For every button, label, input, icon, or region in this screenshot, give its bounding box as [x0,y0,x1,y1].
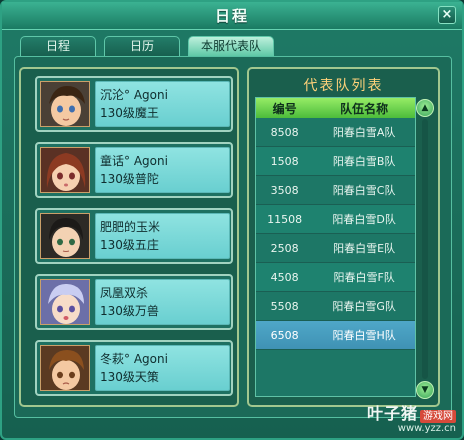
team-id: 2508 [270,241,299,255]
member-card[interactable]: 肥肥的玉米 130级五庄 [35,208,233,264]
team-id: 6508 [270,328,299,342]
member-list: 沉沦° Agoni 130级魔王 童话° Agoni 130级普陀 肥肥的玉米 … [19,67,239,407]
team-id: 4508 [270,270,299,284]
team-name: 阳春白雪B队 [332,155,396,168]
team-id: 3508 [270,183,299,197]
table-row[interactable]: 11508 阳春白雪D队 [256,205,415,234]
tab-server-team[interactable]: 本服代表队 [188,36,275,56]
member-name: 童话° Agoni [100,154,168,168]
table-row[interactable]: 2508 阳春白雪E队 [256,234,415,263]
member-avatar [40,147,90,193]
member-avatar [40,213,90,259]
team-name: 阳春白雪E队 [333,242,396,255]
member-card[interactable]: 沉沦° Agoni 130级魔王 [35,76,233,132]
member-card[interactable]: 凤凰双杀 130级万兽 [35,274,233,330]
member-level-school: 130级天策 [100,370,159,384]
team-id: 5508 [270,299,299,313]
scroll-down-button[interactable]: ▼ [416,381,434,399]
team-id: 1508 [270,154,299,168]
table-header: 编号 队伍名称 [256,98,415,118]
table-row[interactable]: 1508 阳春白雪B队 [256,147,415,176]
member-level-school: 130级普陀 [100,172,159,186]
member-info: 沉沦° Agoni 130级魔王 [95,81,230,127]
tab-bar: 日程 日历 本服代表队 [20,36,275,56]
member-card[interactable]: 童话° Agoni 130级普陀 [35,142,233,198]
table-row[interactable]: 5508 阳春白雪G队 [256,292,415,321]
member-name: 沉沦° Agoni [100,88,168,102]
member-info: 肥肥的玉米 130级五庄 [95,213,230,259]
member-avatar [40,279,90,325]
team-name: 阳春白雪H队 [332,329,396,342]
team-list-title: 代表队列表 [303,78,384,94]
member-name: 冬萩° Agoni [100,352,168,366]
member-name: 凤凰双杀 [100,286,149,300]
watermark-tag: 游戏网 [420,410,456,423]
team-id: 8508 [270,125,299,139]
close-button[interactable]: × [438,6,456,24]
member-info: 凤凰双杀 130级万兽 [95,279,230,325]
table-row[interactable]: 8508 阳春白雪A队 [256,118,415,147]
tab-calendar[interactable]: 日历 [104,36,180,56]
table-row[interactable]: 4508 阳春白雪F队 [256,263,415,292]
table-row-selected[interactable]: 6508 阳春白雪H队 [256,321,415,350]
member-name: 肥肥的玉米 [100,220,161,234]
watermark-url: www.yzz.cn [397,423,456,434]
table-row[interactable]: 3508 阳春白雪C队 [256,176,415,205]
member-avatar [40,81,90,127]
member-info: 冬萩° Agoni 130级天策 [95,345,230,391]
member-level-school: 130级万兽 [100,304,159,318]
team-table: 编号 队伍名称 8508 阳春白雪A队 1508 阳春白雪B队 3508 阳春白… [255,97,416,397]
member-info: 童话° Agoni 130级普陀 [95,147,230,193]
team-name: 阳春白雪D队 [332,213,396,226]
team-name: 阳春白雪C队 [332,184,396,197]
column-header-name[interactable]: 队伍名称 [313,100,415,117]
tab-schedule[interactable]: 日程 [20,36,96,56]
team-name: 阳春白雪F队 [333,271,395,284]
team-name: 阳春白雪G队 [332,300,396,313]
watermark-brand: 叶子猪 [366,404,418,423]
column-header-id[interactable]: 编号 [256,100,313,117]
member-avatar [40,345,90,391]
scroll-up-button[interactable]: ▲ [416,99,434,117]
site-watermark: 叶子猪 游戏网 www.yzz.cn [367,406,456,434]
team-name: 阳春白雪A队 [332,126,396,139]
team-id: 11508 [267,212,303,226]
window-title: 日程 [214,7,249,25]
team-list-panel: 代表队列表 编号 队伍名称 8508 阳春白雪A队 1508 阳春白雪B队 35… [247,67,440,407]
title-bar: 日程 × [2,2,462,30]
member-card[interactable]: 冬萩° Agoni 130级天策 [35,340,233,396]
scrollbar-track[interactable] [422,119,428,379]
member-level-school: 130级五庄 [100,238,159,252]
member-level-school: 130级魔王 [100,106,159,120]
